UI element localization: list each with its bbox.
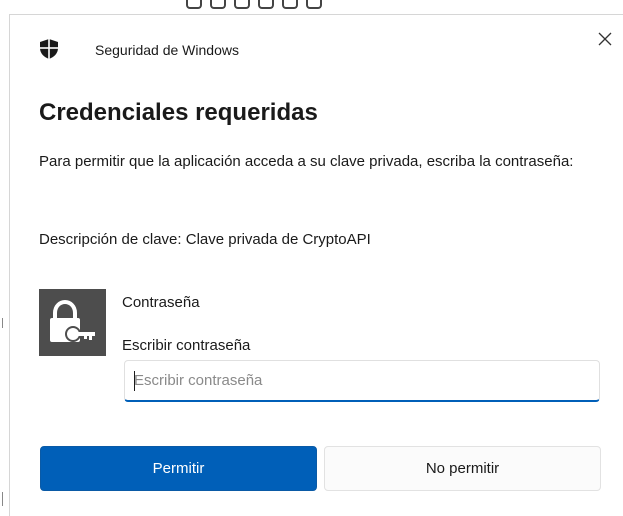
windows-security-shield-icon xyxy=(40,39,58,59)
credentials-dialog: Seguridad de Windows Credenciales requer… xyxy=(9,14,623,516)
close-button[interactable] xyxy=(593,27,617,51)
dialog-message: Para permitir que la aplicación acceda a… xyxy=(39,153,574,170)
text-caret xyxy=(134,371,135,391)
password-input-label: Escribir contraseña xyxy=(122,337,251,354)
background-edge-mark xyxy=(2,492,3,506)
allow-button[interactable]: Permitir xyxy=(40,446,317,491)
close-icon xyxy=(598,32,612,46)
dialog-heading: Credenciales requeridas xyxy=(39,99,318,126)
title-bar: Seguridad de Windows xyxy=(10,15,623,81)
key-description: Descripción de clave: Clave privada de C… xyxy=(39,231,371,248)
lock-key-icon xyxy=(39,289,106,356)
app-title: Seguridad de Windows xyxy=(95,42,239,58)
credential-field-label: Contraseña xyxy=(122,294,200,311)
deny-button[interactable]: No permitir xyxy=(324,446,601,491)
background-window-fragment xyxy=(186,0,366,10)
background-edge-mark xyxy=(2,318,3,328)
password-input[interactable] xyxy=(124,360,600,402)
